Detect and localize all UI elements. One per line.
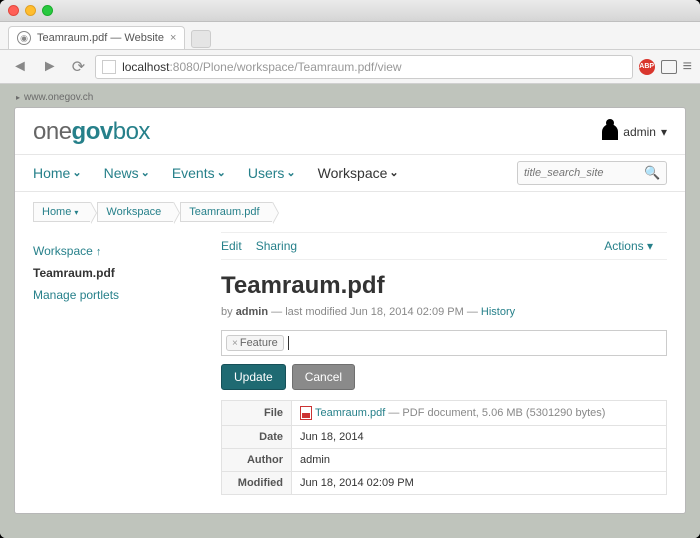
tab-bar: ◉ Teamraum.pdf — Website × xyxy=(0,22,700,50)
tab-title: Teamraum.pdf — Website xyxy=(37,32,164,44)
user-icon xyxy=(602,124,618,140)
user-name: admin xyxy=(623,125,656,139)
meta-val-file: Teamraum.pdf — PDF document, 5.06 MB (53… xyxy=(292,401,667,426)
window-maximize-icon[interactable] xyxy=(42,5,53,16)
nav-workspace[interactable]: Workspace xyxy=(318,165,399,181)
user-menu[interactable]: admin ▾ xyxy=(602,124,667,140)
search-box[interactable]: 🔍 xyxy=(517,161,667,185)
file-link[interactable]: Teamraum.pdf xyxy=(315,407,385,419)
sharing-link[interactable]: Sharing xyxy=(256,239,297,253)
caret-icon: ▾ xyxy=(661,125,667,139)
nav-users[interactable]: Users xyxy=(248,165,296,181)
new-tab-button[interactable] xyxy=(191,30,211,48)
pdf-icon xyxy=(300,406,312,420)
meta-key-modified: Modified xyxy=(222,472,292,495)
crumb-current[interactable]: Teamraum.pdf xyxy=(180,202,272,222)
crumb-workspace[interactable]: Workspace xyxy=(97,202,174,222)
table-row: File Teamraum.pdf — PDF document, 5.06 M… xyxy=(222,401,667,426)
back-icon[interactable]: ◄ xyxy=(8,56,32,78)
history-link[interactable]: History xyxy=(481,306,515,318)
meta-val-author: admin xyxy=(292,449,667,472)
main-content: Edit Sharing Actions ▾ Teamraum.pdf by a… xyxy=(221,232,667,495)
actions-menu[interactable]: Actions ▾ xyxy=(604,239,653,253)
button-row: Update Cancel xyxy=(221,364,667,390)
browser-window: ◉ Teamraum.pdf — Website × ◄ ► ⟳ localho… xyxy=(0,0,700,538)
abp-icon[interactable]: ABP xyxy=(639,59,655,75)
table-row: Author admin xyxy=(222,449,667,472)
window-minimize-icon[interactable] xyxy=(25,5,36,16)
table-row: Date Jun 18, 2014 xyxy=(222,426,667,449)
search-input[interactable] xyxy=(524,167,644,179)
sidebar-item-current[interactable]: Teamraum.pdf xyxy=(33,262,203,284)
metadata-table: File Teamraum.pdf — PDF document, 5.06 M… xyxy=(221,400,667,495)
cast-icon[interactable] xyxy=(661,60,677,74)
browser-toolbar: ◄ ► ⟳ localhost:8080/Plone/workspace/Tea… xyxy=(0,50,700,84)
viewport: www.onegov.ch onegovbox admin ▾ Home New… xyxy=(0,84,700,538)
tag-input[interactable]: ×Feature xyxy=(221,330,667,356)
site-link[interactable]: www.onegov.ch xyxy=(14,89,686,107)
edit-link[interactable]: Edit xyxy=(221,239,242,253)
page-header: onegovbox admin ▾ xyxy=(15,108,685,154)
url-text: localhost:8080/Plone/workspace/Teamraum.… xyxy=(122,60,402,74)
breadcrumb: Home ▾ Workspace Teamraum.pdf xyxy=(15,192,685,232)
tag-chip[interactable]: ×Feature xyxy=(226,335,284,351)
reload-icon[interactable]: ⟳ xyxy=(68,55,89,79)
page-title: Teamraum.pdf xyxy=(221,272,667,300)
byline: by admin — last modified Jun 18, 2014 02… xyxy=(221,306,667,318)
page-icon xyxy=(102,60,116,74)
table-row: Modified Jun 18, 2014 02:09 PM xyxy=(222,472,667,495)
titlebar xyxy=(0,0,700,22)
meta-key-author: Author xyxy=(222,449,292,472)
favicon-icon: ◉ xyxy=(17,31,31,45)
content-toolbar: Edit Sharing Actions ▾ xyxy=(221,232,667,260)
tag-remove-icon[interactable]: × xyxy=(232,338,238,349)
window-close-icon[interactable] xyxy=(8,5,19,16)
nav-news[interactable]: News xyxy=(104,165,150,181)
forward-icon[interactable]: ► xyxy=(38,56,62,78)
meta-key-date: Date xyxy=(222,426,292,449)
sidebar: Workspace Teamraum.pdf Manage portlets xyxy=(33,232,203,495)
url-bar[interactable]: localhost:8080/Plone/workspace/Teamraum.… xyxy=(95,55,633,79)
meta-val-modified: Jun 18, 2014 02:09 PM xyxy=(292,472,667,495)
update-button[interactable]: Update xyxy=(221,364,286,390)
top-nav: Home News Events Users Workspace 🔍 xyxy=(15,154,685,192)
cancel-button[interactable]: Cancel xyxy=(292,364,355,390)
logo[interactable]: onegovbox xyxy=(33,118,150,146)
nav-events[interactable]: Events xyxy=(172,165,226,181)
sidebar-item-up[interactable]: Workspace xyxy=(33,240,203,262)
crumb-home[interactable]: Home ▾ xyxy=(33,202,91,222)
search-icon[interactable]: 🔍 xyxy=(644,165,660,181)
browser-tab[interactable]: ◉ Teamraum.pdf — Website × xyxy=(8,26,185,49)
menu-icon[interactable]: ≡ xyxy=(683,58,692,76)
meta-key-file: File xyxy=(222,401,292,426)
nav-home[interactable]: Home xyxy=(33,165,82,181)
sidebar-item-manage-portlets[interactable]: Manage portlets xyxy=(33,284,203,306)
text-cursor xyxy=(288,336,289,350)
meta-val-date: Jun 18, 2014 xyxy=(292,426,667,449)
page: onegovbox admin ▾ Home News Events Users… xyxy=(14,107,686,514)
tab-close-icon[interactable]: × xyxy=(170,32,176,44)
body: Workspace Teamraum.pdf Manage portlets E… xyxy=(15,232,685,513)
